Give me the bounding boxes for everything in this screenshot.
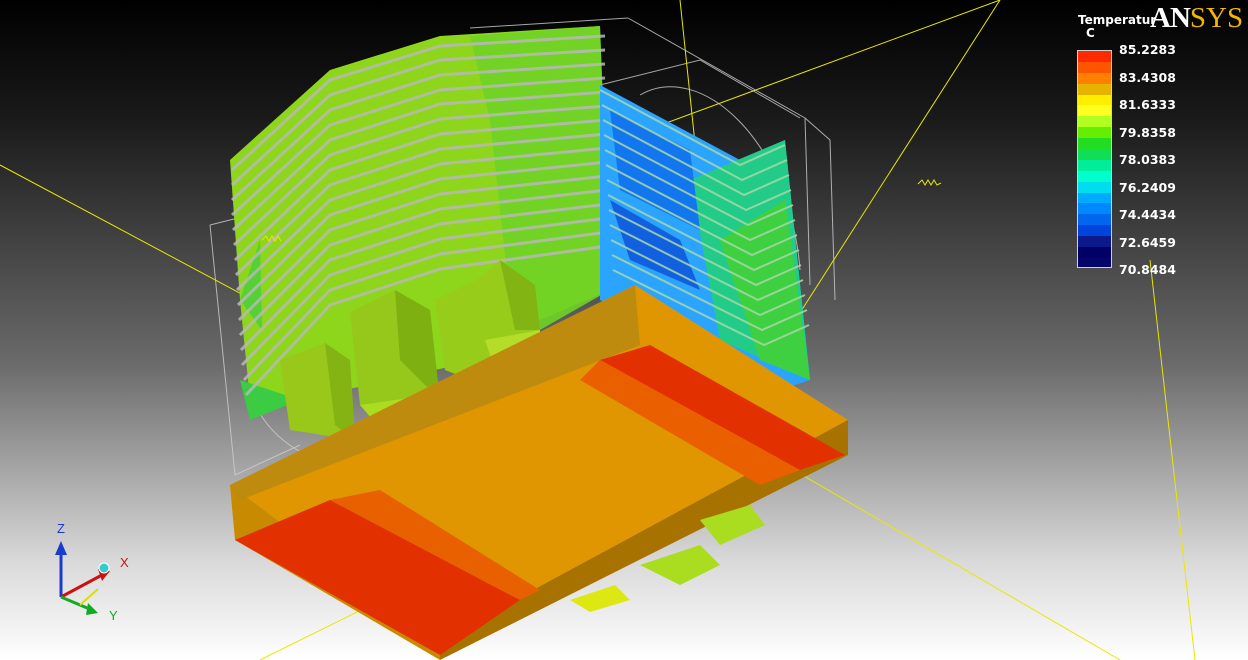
legend-swatch [1078, 94, 1111, 106]
legend-unit: C [1086, 26, 1095, 40]
legend-swatch [1078, 181, 1111, 193]
legend-label: 76.2409 [1119, 180, 1176, 195]
3d-viewport[interactable] [0, 0, 1248, 660]
legend-label: 85.2283 [1119, 42, 1176, 57]
legend-swatch [1078, 192, 1111, 204]
legend-swatch [1078, 236, 1111, 248]
legend-swatch [1078, 61, 1111, 73]
ansys-logo: AN SYS [1150, 2, 1243, 36]
legend-colorbar [1077, 50, 1112, 268]
legend-swatch [1078, 72, 1111, 84]
legend-label: 74.4434 [1119, 207, 1176, 222]
y-axis-label: Y [109, 608, 118, 623]
legend-label: 83.4308 [1119, 70, 1176, 85]
z-arrow-icon [55, 541, 67, 555]
legend-label: 79.8358 [1119, 125, 1176, 140]
legend-label: 70.8484 [1119, 262, 1176, 277]
legend-swatch [1078, 170, 1111, 182]
logo-an: AN [1150, 2, 1191, 34]
legend-swatch [1078, 159, 1111, 171]
legend-swatch [1078, 51, 1111, 62]
legend-swatch [1078, 247, 1111, 258]
color-legend: Temperatur C 85.2283 83.4308 81.6333 79.… [1074, 10, 1244, 280]
legend-swatch [1078, 225, 1111, 237]
origin-sphere-icon [98, 562, 110, 574]
legend-swatch [1078, 203, 1111, 215]
z-axis-label: Z [57, 521, 65, 536]
x-axis-label: X [120, 555, 129, 570]
y-arrow-icon [86, 603, 98, 615]
x-axis [60, 573, 103, 599]
logo-sys: SYS [1189, 2, 1244, 34]
legend-swatch [1078, 149, 1111, 160]
legend-swatch [1078, 257, 1111, 267]
legend-swatch [1078, 127, 1111, 139]
legend-swatch [1078, 83, 1111, 95]
axis-triad[interactable]: Z X Y [40, 515, 140, 625]
legend-swatch [1078, 116, 1111, 128]
legend-label: 81.6333 [1119, 97, 1176, 112]
legend-label: 72.6459 [1119, 235, 1176, 250]
legend-label: 78.0383 [1119, 152, 1176, 167]
legend-swatch [1078, 214, 1111, 226]
legend-swatch [1078, 105, 1111, 117]
legend-swatch [1078, 138, 1111, 150]
